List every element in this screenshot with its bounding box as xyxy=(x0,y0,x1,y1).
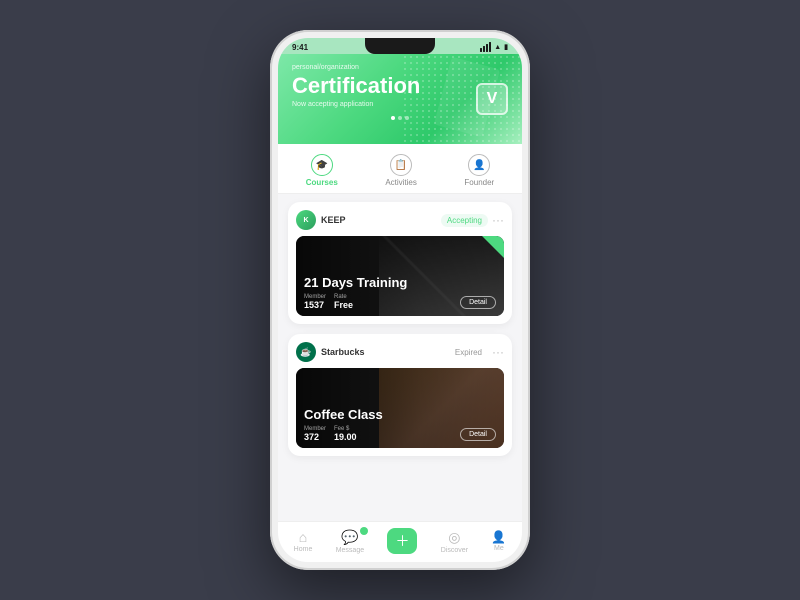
keep-org-info: K KEEP xyxy=(296,210,346,230)
keep-course-info: 21 Days Training Member 1537 Rate Free D… xyxy=(296,269,504,316)
starbucks-status-row: Expired ··· xyxy=(449,345,504,359)
hero-badge: V xyxy=(476,83,508,115)
discover-icon: ◎ xyxy=(448,529,460,546)
keep-course-title: 21 Days Training xyxy=(304,275,496,290)
bottom-navigation: ⌂ Home 💬 Message ＋ ◎ Discover 👤 Me xyxy=(278,521,522,562)
keep-course-section: K KEEP Accepting ··· 21 Days Training xyxy=(288,202,512,324)
nav-message[interactable]: 💬 Message xyxy=(336,529,364,554)
starbucks-member-value: 372 xyxy=(304,432,326,442)
keep-fee-info: Rate Free xyxy=(334,294,353,310)
phone-notch xyxy=(365,38,435,54)
founder-icon: 👤 xyxy=(468,154,490,176)
keep-avatar: K xyxy=(296,210,316,230)
keep-course-card[interactable]: 21 Days Training Member 1537 Rate Free D… xyxy=(296,236,504,316)
activities-label: Activities xyxy=(385,178,417,187)
nav-discover[interactable]: ◎ Discover xyxy=(441,529,468,554)
phone-frame: 9:41 ▲ ▮ personal/organization Certifica… xyxy=(270,30,530,570)
signal-icon xyxy=(480,42,491,52)
starbucks-org-info: ☕ Starbucks xyxy=(296,342,365,362)
add-icon: ＋ xyxy=(387,528,417,554)
status-time: 9:41 xyxy=(292,43,308,52)
nav-me[interactable]: 👤 Me xyxy=(491,530,506,552)
home-label: Home xyxy=(294,546,313,553)
hero-label: personal/organization xyxy=(292,64,508,71)
tab-courses[interactable]: 🎓 Courses xyxy=(296,152,348,189)
content-area: K KEEP Accepting ··· 21 Days Training xyxy=(278,194,522,521)
starbucks-card-header: ☕ Starbucks Expired ··· xyxy=(296,342,504,362)
nav-home[interactable]: ⌂ Home xyxy=(294,529,313,553)
nav-add[interactable]: ＋ xyxy=(387,528,417,554)
hero-pagination xyxy=(292,116,508,120)
starbucks-course-card[interactable]: Coffee Class Member 372 Fee $ 19.00 Deta… xyxy=(296,368,504,448)
keep-course-meta: Member 1537 Rate Free Detail xyxy=(304,294,496,310)
home-icon: ⌂ xyxy=(299,529,307,545)
starbucks-course-meta: Member 372 Fee $ 19.00 Detail xyxy=(304,426,496,442)
keep-fee-value: Free xyxy=(334,300,353,310)
starbucks-course-section: ☕ Starbucks Expired ··· Coffee Class xyxy=(288,334,512,456)
starbucks-course-title: Coffee Class xyxy=(304,407,496,422)
keep-status-row: Accepting ··· xyxy=(441,213,504,227)
message-badge xyxy=(360,527,368,535)
starbucks-detail-button[interactable]: Detail xyxy=(460,428,496,441)
tab-activities[interactable]: 📋 Activities xyxy=(375,152,427,189)
tab-bar: 🎓 Courses 📋 Activities 👤 Founder xyxy=(278,144,522,194)
keep-org-name: KEEP xyxy=(321,215,346,225)
pagination-dot-1 xyxy=(391,116,395,120)
status-icons: ▲ ▮ xyxy=(480,42,508,52)
discover-label: Discover xyxy=(441,547,468,554)
courses-label: Courses xyxy=(306,178,338,187)
keep-card-header: K KEEP Accepting ··· xyxy=(296,210,504,230)
starbucks-member-info: Member 372 xyxy=(304,426,326,442)
starbucks-course-info: Coffee Class Member 372 Fee $ 19.00 Deta… xyxy=(296,401,504,448)
message-label: Message xyxy=(336,547,364,554)
starbucks-fee-info: Fee $ 19.00 xyxy=(334,426,357,442)
me-label: Me xyxy=(494,545,504,552)
keep-status-badge: Accepting xyxy=(441,214,488,227)
keep-more-icon[interactable]: ··· xyxy=(492,213,504,227)
pagination-dot-2 xyxy=(398,116,402,120)
wifi-icon: ▲ xyxy=(494,44,501,51)
keep-member-info: Member 1537 xyxy=(304,294,326,310)
phone-screen: 9:41 ▲ ▮ personal/organization Certifica… xyxy=(278,38,522,562)
activities-icon: 📋 xyxy=(390,154,412,176)
message-icon: 💬 xyxy=(341,529,358,546)
starbucks-status-badge: Expired xyxy=(449,346,488,359)
tab-founder[interactable]: 👤 Founder xyxy=(454,152,504,189)
starbucks-fee-value: 19.00 xyxy=(334,432,357,442)
me-icon: 👤 xyxy=(491,530,506,544)
starbucks-org-name: Starbucks xyxy=(321,347,365,357)
keep-detail-button[interactable]: Detail xyxy=(460,296,496,309)
keep-member-value: 1537 xyxy=(304,300,326,310)
starbucks-avatar: ☕ xyxy=(296,342,316,362)
courses-icon: 🎓 xyxy=(311,154,333,176)
founder-label: Founder xyxy=(464,178,494,187)
green-corner-badge xyxy=(482,236,504,258)
battery-icon: ▮ xyxy=(504,43,508,51)
starbucks-more-icon[interactable]: ··· xyxy=(492,345,504,359)
pagination-dot-3 xyxy=(405,116,409,120)
hero-banner[interactable]: personal/organization Certification Now … xyxy=(278,54,522,144)
